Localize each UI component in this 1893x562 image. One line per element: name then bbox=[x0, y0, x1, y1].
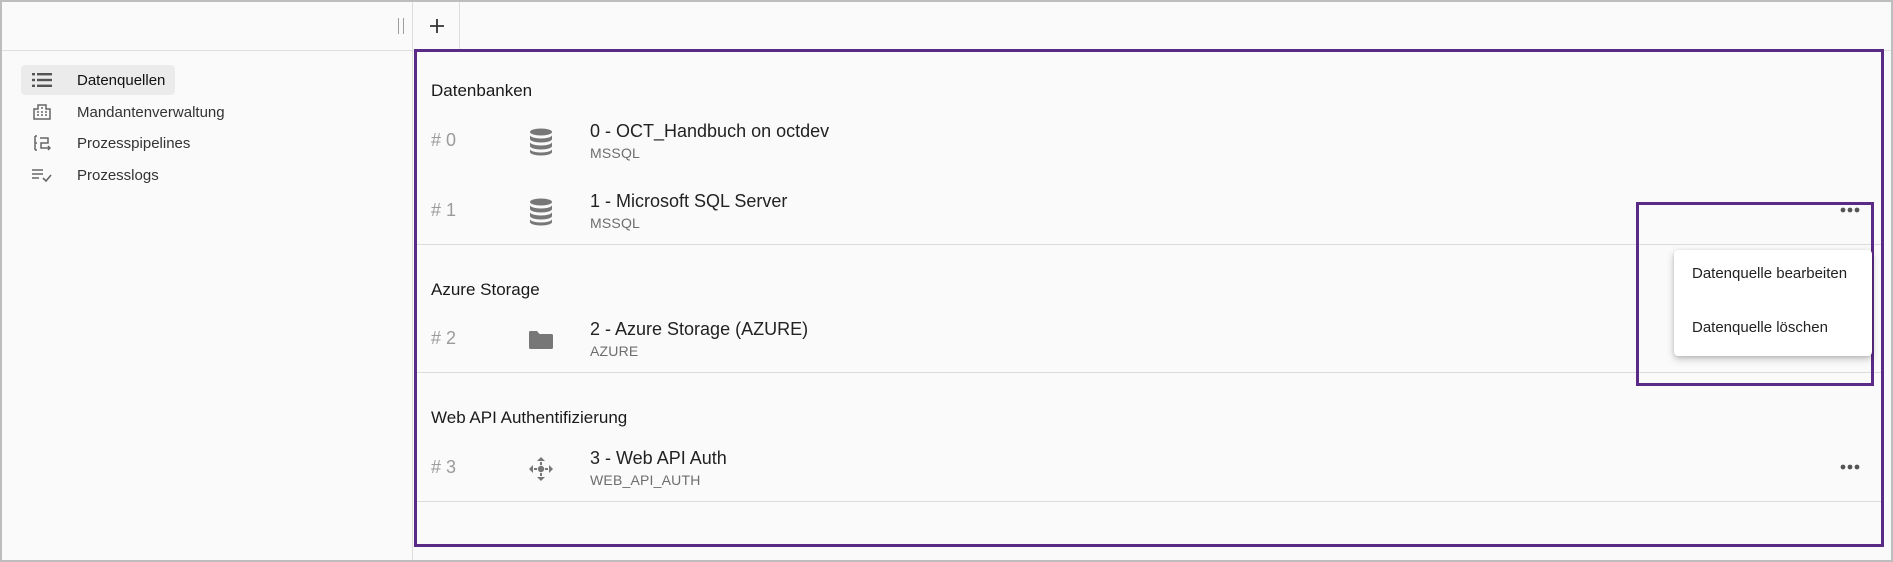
add-button[interactable] bbox=[414, 2, 460, 50]
plus-icon bbox=[429, 19, 444, 33]
section-title-datenbanken: Datenbanken bbox=[431, 81, 533, 100]
sidebar: Datenquellen Mandantenverwaltung Prozess… bbox=[2, 51, 413, 560]
row-name: 3 - Web API Auth bbox=[590, 448, 727, 468]
row-name: 2 - Azure Storage (AZURE) bbox=[590, 319, 809, 339]
section-title-azure-storage: Azure Storage bbox=[431, 280, 540, 299]
sidebar-item-label: Prozesspipelines bbox=[77, 134, 191, 152]
row-index: # 3 bbox=[431, 457, 457, 477]
menu-item-delete-datasource[interactable]: Datenquelle löschen bbox=[1674, 308, 1872, 348]
list-icon bbox=[31, 71, 53, 89]
row-type: MSSQL bbox=[590, 145, 641, 161]
more-options-icon[interactable] bbox=[1836, 455, 1864, 479]
database-icon bbox=[527, 197, 555, 227]
sidebar-item-prozesslogs[interactable]: Prozesslogs bbox=[21, 160, 169, 190]
datasource-list: Datenbanken # 0 0 - OCT_Handbuch on octd… bbox=[414, 49, 1884, 547]
toolbar-left-area bbox=[2, 2, 413, 50]
row-type: WEB_API_AUTH bbox=[590, 472, 701, 488]
context-menu: Datenquelle bearbeiten Datenquelle lösch… bbox=[1674, 250, 1872, 356]
row-type: MSSQL bbox=[590, 215, 641, 231]
row-index: # 1 bbox=[431, 200, 457, 220]
building-icon bbox=[31, 103, 53, 121]
datasource-row[interactable]: # 2 2 - Azure Storage (AZURE) AZURE bbox=[417, 310, 1881, 373]
sidebar-item-label: Datenquellen bbox=[77, 71, 166, 89]
menu-item-edit-datasource[interactable]: Datenquelle bearbeiten bbox=[1674, 254, 1872, 294]
panel-resize-handle[interactable] bbox=[398, 18, 404, 34]
datasource-row[interactable]: # 3 3 - Web API Auth WEB_API_AUTH bbox=[417, 439, 1881, 502]
sidebar-item-datenquellen[interactable]: Datenquellen bbox=[21, 65, 176, 95]
api-auth-icon bbox=[527, 454, 555, 484]
section-title-web-api-auth: Web API Authentifizierung bbox=[431, 408, 628, 427]
sidebar-item-mandantenverwaltung[interactable]: Mandantenverwaltung bbox=[21, 97, 235, 127]
sidebar-item-label: Mandantenverwaltung bbox=[77, 103, 225, 121]
sidebar-item-label: Prozesslogs bbox=[77, 166, 159, 184]
sidebar-item-prozesspipelines[interactable]: Prozesspipelines bbox=[21, 128, 200, 158]
row-index: # 2 bbox=[431, 328, 457, 348]
app-window: Datenquellen Mandantenverwaltung Prozess… bbox=[0, 0, 1893, 562]
more-options-icon[interactable] bbox=[1836, 198, 1864, 222]
datasource-row[interactable]: # 0 0 - OCT_Handbuch on octdev MSSQL bbox=[417, 112, 1881, 174]
row-index: # 0 bbox=[431, 130, 457, 150]
folder-icon bbox=[527, 325, 555, 355]
pipeline-icon bbox=[31, 134, 53, 152]
checklist-icon bbox=[31, 166, 53, 184]
row-type: AZURE bbox=[590, 343, 639, 359]
top-toolbar bbox=[2, 2, 1891, 51]
datasource-row[interactable]: # 1 1 - Microsoft SQL Server MSSQL bbox=[417, 182, 1881, 245]
row-name: 0 - OCT_Handbuch on octdev bbox=[590, 121, 830, 141]
database-icon bbox=[527, 127, 555, 157]
row-name: 1 - Microsoft SQL Server bbox=[590, 191, 788, 211]
